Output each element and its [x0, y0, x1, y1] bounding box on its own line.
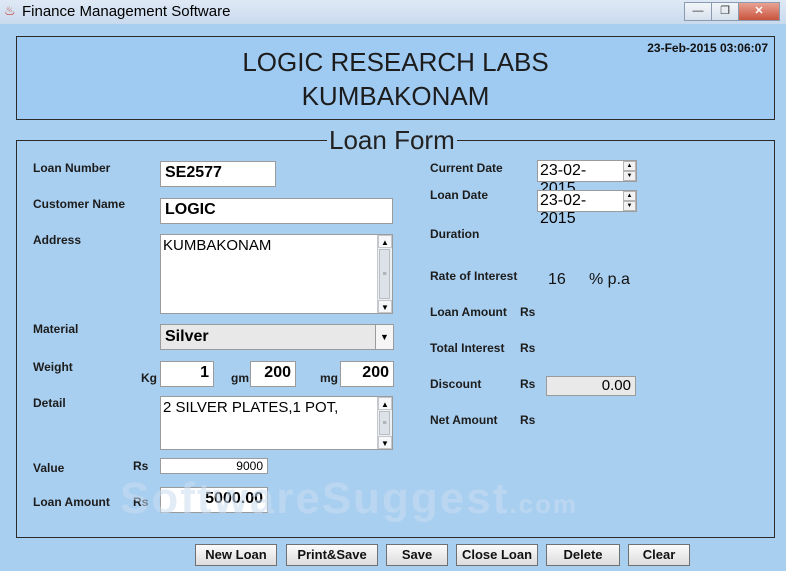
spinner-down-icon[interactable]: ▼	[623, 171, 636, 181]
save-button[interactable]: Save	[386, 544, 448, 566]
clear-button[interactable]: Clear	[628, 544, 690, 566]
spinner-up-icon[interactable]: ▲	[623, 191, 636, 201]
address-label: Address	[33, 233, 82, 247]
loan-number-label: Loan Number	[33, 161, 111, 175]
mg-label: mg	[320, 371, 338, 385]
print-save-button[interactable]: Print&Save	[286, 544, 378, 566]
loan-amount-right-currency: Rs	[520, 305, 536, 319]
spinner-up-icon[interactable]: ▲	[623, 161, 636, 171]
new-loan-button[interactable]: New Loan	[195, 544, 277, 566]
value-label: Value	[33, 461, 65, 475]
scroll-up-icon[interactable]: ▲	[378, 397, 392, 410]
detail-textarea[interactable]: 2 SILVER PLATES,1 POT, ▲ ≡ ▼	[160, 396, 393, 450]
loan-date-spinner[interactable]: 23-02-2015 ▲ ▼	[537, 190, 637, 227]
material-select[interactable]: Silver ▼	[160, 324, 394, 350]
total-interest-currency: Rs	[520, 341, 536, 355]
scroll-down-icon[interactable]: ▼	[378, 436, 392, 449]
net-amount-label: Net Amount	[430, 413, 498, 427]
value-currency-label: Rs	[133, 459, 149, 473]
main-window: 23-Feb-2015 03:06:07 LOGIC RESEARCH LABS…	[0, 24, 786, 571]
duration-label: Duration	[430, 227, 480, 241]
rate-of-interest-value: 16	[548, 271, 566, 288]
rate-unit: % p.a	[589, 271, 630, 288]
address-text: KUMBAKONAM	[163, 237, 272, 254]
form-title: Loan Form	[327, 125, 457, 156]
scroll-thumb[interactable]: ≡	[379, 411, 390, 435]
spinner-down-icon[interactable]: ▼	[623, 201, 636, 211]
minimize-button[interactable]: —	[684, 2, 712, 21]
current-date-label: Current Date	[430, 161, 503, 175]
address-textarea[interactable]: KUMBAKONAM ▲ ≡ ▼	[160, 234, 393, 314]
weight-mg-field[interactable]: 200	[340, 361, 394, 387]
window-controls: — ❐ ✕	[684, 2, 780, 21]
customer-name-label: Customer Name	[33, 197, 126, 211]
gm-label: gm	[231, 371, 249, 385]
value-field[interactable]: 9000	[160, 458, 268, 474]
discount-currency: Rs	[520, 377, 536, 391]
material-selected: Silver	[165, 328, 209, 345]
window-title: Finance Management Software	[22, 3, 231, 20]
header-panel: 23-Feb-2015 03:06:07 LOGIC RESEARCH LABS…	[16, 36, 775, 120]
detail-text: 2 SILVER PLATES,1 POT,	[163, 399, 339, 416]
detail-label: Detail	[33, 396, 66, 410]
close-window-button[interactable]: ✕	[738, 2, 780, 21]
total-interest-label: Total Interest	[430, 341, 505, 355]
loan-amount-right-label: Loan Amount	[430, 305, 507, 319]
rate-of-interest-label: Rate of Interest	[430, 269, 518, 283]
maximize-button[interactable]: ❐	[711, 2, 739, 21]
java-app-icon: ♨	[4, 3, 16, 18]
title-bar: ♨ Finance Management Software — ❐ ✕	[0, 0, 786, 25]
loan-amount-field[interactable]: 5000.00	[160, 487, 268, 513]
address-scrollbar[interactable]: ▲ ≡ ▼	[377, 235, 392, 313]
loan-number-field[interactable]: SE2577	[160, 161, 276, 187]
company-name: LOGIC RESEARCH LABS	[242, 47, 549, 77]
scroll-up-icon[interactable]: ▲	[378, 235, 392, 248]
company-location: KUMBAKONAM	[301, 81, 490, 111]
delete-button[interactable]: Delete	[546, 544, 620, 566]
loan-date-label: Loan Date	[430, 188, 489, 202]
scroll-thumb[interactable]: ≡	[379, 249, 390, 299]
material-label: Material	[33, 322, 79, 336]
detail-scrollbar[interactable]: ▲ ≡ ▼	[377, 397, 392, 449]
scroll-down-icon[interactable]: ▼	[378, 300, 392, 313]
net-amount-currency: Rs	[520, 413, 536, 427]
loan-amount-currency-label: Rs	[133, 495, 149, 509]
discount-field[interactable]: 0.00	[546, 376, 636, 396]
close-loan-button[interactable]: Close Loan	[456, 544, 538, 566]
discount-label: Discount	[430, 377, 482, 391]
loan-form-panel: Loan Form Loan Number SE2577 Customer Na…	[16, 125, 775, 538]
customer-name-field[interactable]: LOGIC	[160, 198, 393, 224]
loan-date-value: 23-02-2015	[540, 192, 587, 227]
loan-amount-label: Loan Amount	[33, 495, 110, 509]
kg-label: Kg	[141, 371, 157, 385]
weight-label: Weight	[33, 360, 73, 374]
current-date-spinner[interactable]: 23-02-2015 ▲ ▼	[537, 160, 637, 197]
weight-gm-field[interactable]: 200	[250, 361, 296, 387]
weight-kg-field[interactable]: 1	[160, 361, 214, 387]
chevron-down-icon[interactable]: ▼	[375, 325, 393, 349]
